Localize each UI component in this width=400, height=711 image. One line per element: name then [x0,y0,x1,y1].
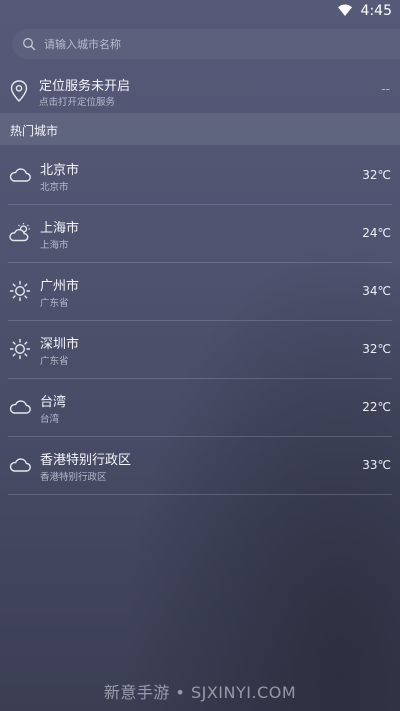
location-value: -- [381,82,390,96]
city-name: 深圳市 [40,337,80,352]
cloud-icon [9,458,31,472]
city-name: 广州市 [40,279,80,294]
cloud-icon [9,400,31,414]
city-province: 广东省 [40,356,69,367]
status-time: 4:45 [360,3,392,19]
divider [8,494,392,495]
location-pin-icon [10,80,28,102]
city-row-beijing[interactable]: 北京市 北京市 32℃ [0,147,400,205]
city-temperature: 32℃ [362,342,391,356]
city-name: 北京市 [40,163,80,178]
city-row-shanghai[interactable]: 上海市 上海市 24℃ [0,205,400,263]
cloud-icon [9,168,31,182]
location-service-row[interactable]: 定位服务未开启 点击打开定位服务 -- [0,70,400,112]
hot-cities-header: 热门城市 [0,113,400,145]
city-province: 上海市 [40,240,69,251]
city-name: 台湾 [40,395,67,410]
city-province: 广东省 [40,298,69,309]
status-bar: 4:45 [0,0,400,22]
city-name: 上海市 [40,221,80,236]
city-temperature: 34℃ [362,284,391,298]
city-name: 香港特别行政区 [40,453,132,468]
city-row-shenzhen[interactable]: 深圳市 广东省 32℃ [0,321,400,379]
city-province: 台湾 [40,414,60,425]
wifi-icon [338,4,352,16]
location-subtitle: 点击打开定位服务 [39,97,116,108]
sun-icon [9,280,31,302]
city-temperature: 32℃ [362,168,391,182]
city-province: 北京市 [40,182,69,193]
location-title: 定位服务未开启 [39,79,131,94]
city-row-guangzhou[interactable]: 广州市 广东省 34℃ [0,263,400,321]
search-bar[interactable] [12,29,400,59]
search-icon [23,38,36,51]
city-province: 香港特别行政区 [40,472,107,483]
city-temperature: 33℃ [362,458,391,472]
city-list: 北京市 北京市 32℃ 上海市 上海市 24℃ 广州市 广东省 34℃ 深圳市 … [0,147,400,495]
city-row-hongkong[interactable]: 香港特别行政区 香港特别行政区 33℃ [0,437,400,495]
sun-icon [9,338,31,360]
partly-cloudy-icon [9,223,30,242]
section-title: 热门城市 [10,124,59,138]
watermark: 新意手游 • SJXINYI.COM [103,683,297,702]
city-row-taiwan[interactable]: 台湾 台湾 22℃ [0,379,400,437]
city-temperature: 22℃ [362,400,391,414]
city-temperature: 24℃ [362,226,391,240]
search-input[interactable] [42,36,346,52]
